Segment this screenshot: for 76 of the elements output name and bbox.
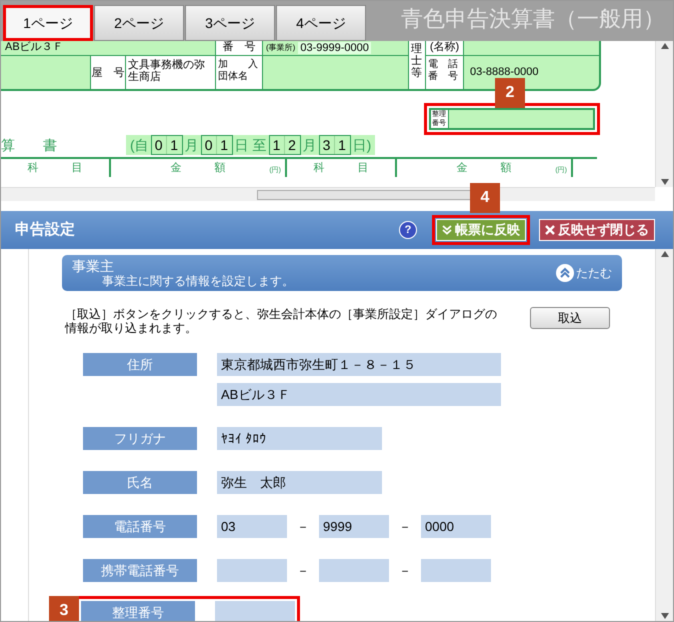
form-label: 番 号 xyxy=(216,41,263,55)
scroll-down-icon[interactable] xyxy=(660,179,668,185)
step-number-badge: 2 xyxy=(495,78,525,108)
input-field[interactable] xyxy=(421,559,491,582)
step-number-badge: 4 xyxy=(470,183,500,213)
date-digit: 1 xyxy=(169,136,180,154)
form-label: 団体名 xyxy=(218,71,249,83)
section-title: 事業主 xyxy=(72,258,115,274)
scroll-up-icon[interactable] xyxy=(660,251,668,257)
field-label: 電話番号 xyxy=(83,515,197,538)
import-note: ［取込］ボタンをクリックすると、弥生会計本体の［事業所設定］ダイアログの情報が取り込まれます。 xyxy=(65,307,498,335)
date-digit: 1 xyxy=(270,136,285,154)
date-label: 月 xyxy=(302,136,317,154)
input-field[interactable]: 0000 xyxy=(421,515,491,538)
form-label: 電 話 xyxy=(428,59,459,70)
column-header: 金 額 xyxy=(170,160,226,176)
scroll-up-icon[interactable] xyxy=(660,43,668,49)
input-field[interactable]: ABビル３Ｆ xyxy=(217,383,501,406)
form-label: 理士等 xyxy=(409,41,426,89)
field-label: フリガナ xyxy=(83,427,197,450)
page-tab[interactable]: 1ページ xyxy=(3,5,93,41)
double-chevron-down-icon xyxy=(442,225,452,235)
statement-title: 算 書 xyxy=(1,136,58,154)
page-tab[interactable]: 4ページ xyxy=(276,5,366,41)
date-label: 日) xyxy=(352,136,372,154)
form-label: 加 入 xyxy=(218,59,259,71)
date-label: 日 至 xyxy=(234,136,267,154)
input-field[interactable]: 弥生 太郎 xyxy=(217,471,382,494)
column-header: 科 目 xyxy=(314,160,368,176)
step-number-badge: 3 xyxy=(49,596,79,621)
input-field[interactable] xyxy=(319,559,389,582)
column-header: 金 額 xyxy=(456,160,512,176)
form-label: (事業所) xyxy=(266,42,296,54)
dash-separator: － xyxy=(296,518,310,536)
section-description: 事業主に関する情報を設定します。 xyxy=(102,274,294,288)
page-tab[interactable]: 2ページ xyxy=(94,5,184,41)
form-label: (名称) xyxy=(426,41,464,55)
trade-name-text: 文具事務機の弥生商店 xyxy=(126,56,216,89)
field-label: 携帯電話番号 xyxy=(83,559,197,582)
document-title: 青色申告決算書（一般用） xyxy=(401,5,665,33)
date-label: (自 xyxy=(130,136,149,154)
date-label: 月 xyxy=(184,136,199,154)
date-digit: 0 xyxy=(152,136,167,154)
date-digit: 3 xyxy=(320,136,335,154)
dash-separator: － xyxy=(296,562,310,580)
form-label: 屋 号 xyxy=(91,56,126,89)
input-field[interactable]: 東京都城西市弥生町１－８－１５ xyxy=(217,353,501,376)
horizontal-scrollbar[interactable] xyxy=(1,187,655,201)
panel-title: 申告設定 xyxy=(15,220,75,240)
phone-number: 03-9999-0000 xyxy=(298,42,371,54)
form-label: 番 号 xyxy=(428,71,459,83)
column-header: 科 目 xyxy=(28,160,82,176)
input-field[interactable] xyxy=(215,601,295,621)
input-field[interactable]: 9999 xyxy=(319,515,389,538)
field-label: 氏名 xyxy=(83,471,197,494)
dash-separator: － xyxy=(398,518,412,536)
date-digit: 1 xyxy=(337,136,347,154)
vertical-scrollbar[interactable] xyxy=(655,249,673,621)
double-chevron-up-icon xyxy=(556,264,574,282)
field-label: 住所 xyxy=(83,353,197,376)
import-button[interactable]: 取込 xyxy=(530,307,610,329)
close-without-applying-button[interactable]: 反映せず閉じる xyxy=(539,219,655,241)
field-label: 整理番号 xyxy=(81,601,195,621)
date-digit: 2 xyxy=(287,136,297,154)
date-digit: 0 xyxy=(202,136,217,154)
vertical-scrollbar[interactable] xyxy=(655,41,673,187)
page-tab[interactable]: 3ページ xyxy=(185,5,275,41)
scroll-down-icon[interactable] xyxy=(660,613,668,619)
help-button[interactable]: ? xyxy=(399,221,417,239)
dash-separator: － xyxy=(398,562,412,580)
input-field[interactable]: ﾔﾖｲ ﾀﾛｳ xyxy=(217,427,382,450)
date-digit: 1 xyxy=(219,136,230,154)
phone-number: 03-8888-0000 xyxy=(469,65,540,80)
input-field[interactable]: 03 xyxy=(217,515,287,538)
input-field[interactable] xyxy=(217,559,287,582)
close-icon xyxy=(545,225,555,235)
